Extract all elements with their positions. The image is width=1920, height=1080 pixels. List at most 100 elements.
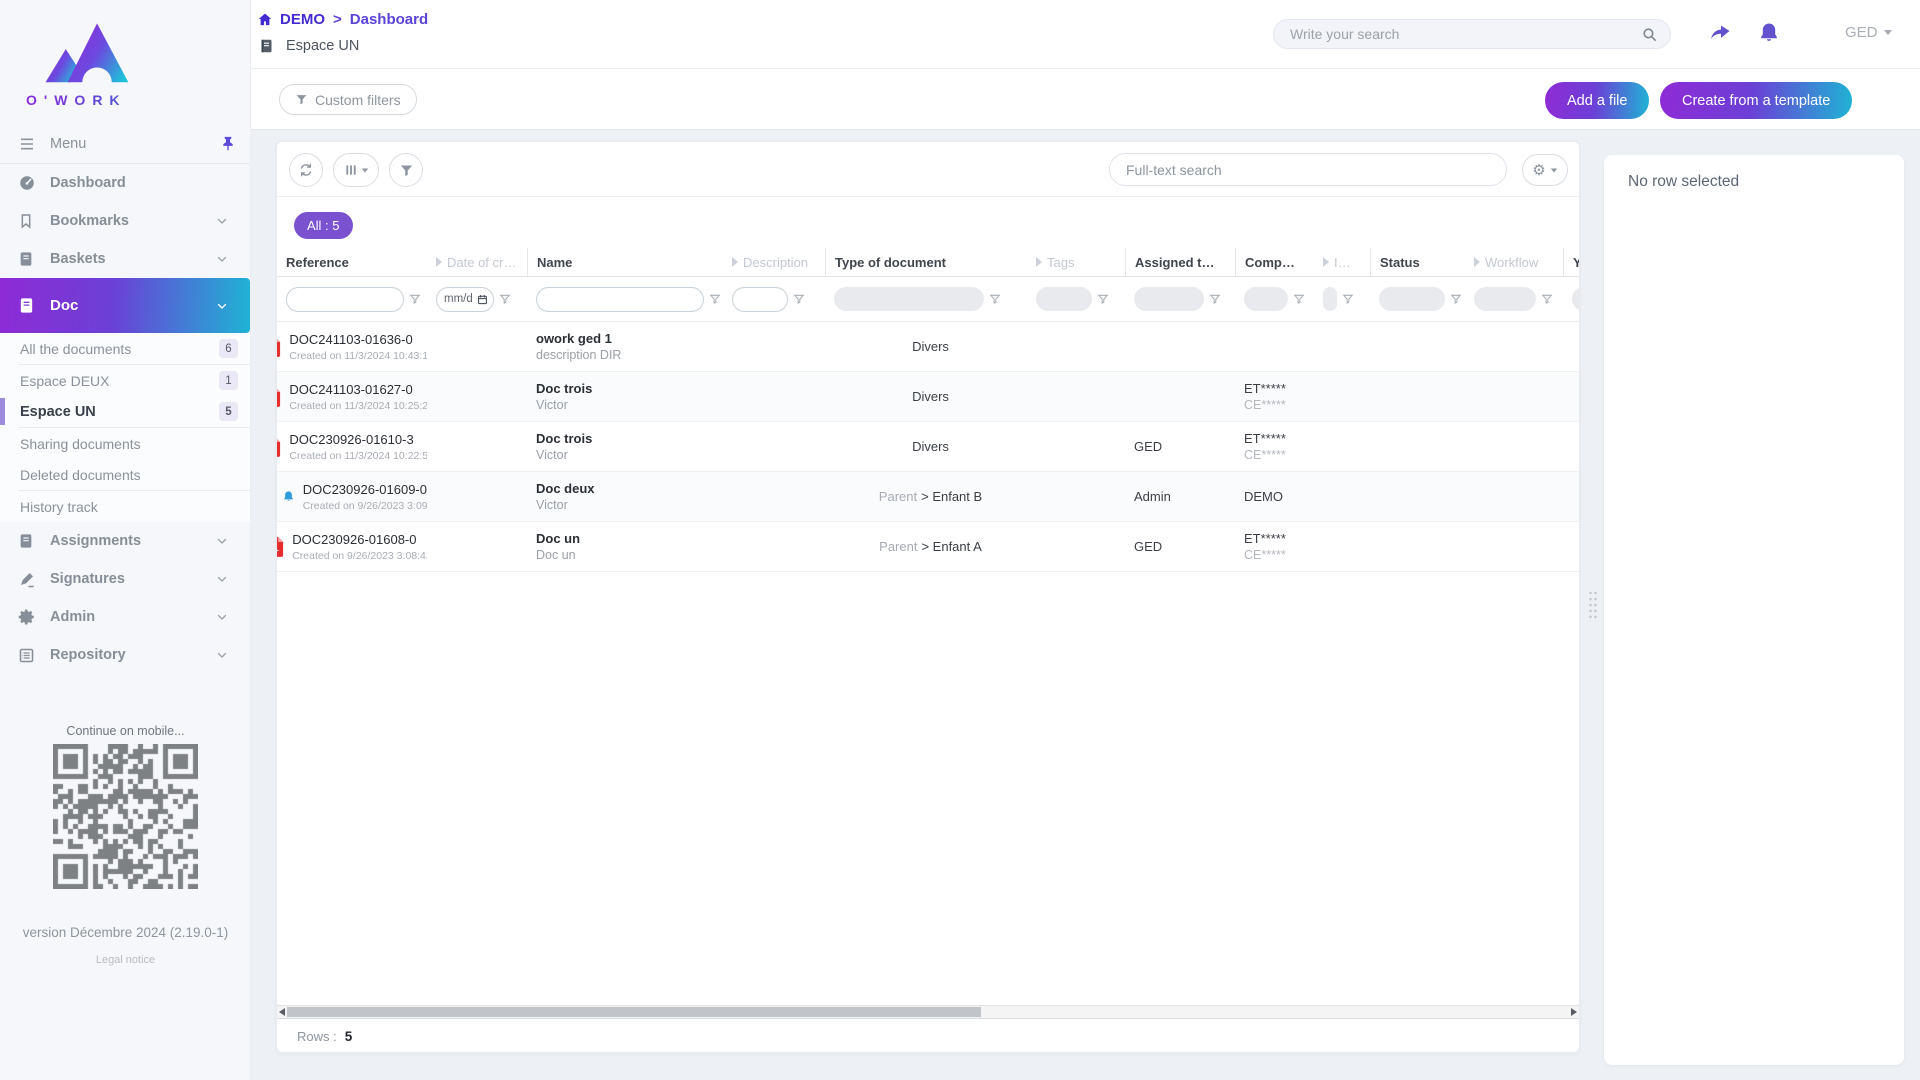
funnel-icon[interactable] [409,293,421,305]
sidebar-subitem-espace-un[interactable]: Espace UN 5 [0,396,250,427]
repository-icon [18,647,36,664]
pdf-file-icon [277,386,281,408]
horizontal-scrollbar[interactable] [277,1005,1579,1018]
add-file-button[interactable]: Add a file [1545,82,1650,119]
calendar-icon[interactable] [477,294,488,305]
expand-arrow-icon[interactable] [1474,257,1480,267]
filter-input-name[interactable] [536,286,704,312]
filter-cell-y [1563,287,1579,311]
pin-icon[interactable] [220,135,236,152]
status-cell [1370,472,1465,521]
column-header-tags[interactable]: Tags [1027,248,1125,276]
custom-filters-button[interactable]: Custom filters [279,84,417,115]
column-label: Type of document [835,254,946,270]
create-from-template-button[interactable]: Create from a template [1660,82,1853,119]
funnel-icon[interactable] [1293,293,1305,305]
fulltext-search-input[interactable] [1126,161,1490,178]
funnel-icon[interactable] [1209,293,1221,305]
status-cell [1370,522,1465,571]
breadcrumb-root[interactable]: DEMO [280,11,325,28]
column-header-reference[interactable]: Reference [277,248,427,276]
grid-settings-button[interactable]: ⚙ [1522,154,1568,186]
funnel-icon[interactable] [499,293,511,305]
column-header-company[interactable]: Comp… [1235,248,1314,276]
panel-resize-handle[interactable] [1588,590,1598,622]
expand-arrow-icon[interactable] [436,257,442,267]
sidebar-subitem-history-track[interactable]: History track [0,491,250,522]
global-search-input[interactable] [1290,26,1641,42]
filter-disabled-status [1379,287,1445,311]
sidebar-subitem-sharing-documents[interactable]: Sharing documents [0,428,250,459]
signatures-icon [18,570,36,588]
expand-arrow-icon[interactable] [1036,257,1042,267]
column-header-assigned[interactable]: Assigned t… [1125,248,1235,276]
column-header-status[interactable]: Status [1370,248,1465,276]
sidebar-item-admin[interactable]: Admin [0,598,250,636]
sidebar-item-label: Doc [50,297,79,314]
breadcrumb-current[interactable]: Dashboard [350,11,428,28]
sidebar-item-dashboard[interactable]: Dashboard [0,164,250,202]
date-cell [427,422,527,471]
funnel-icon[interactable] [989,293,1001,305]
table-row[interactable]: wDOC230926-01609-0Created on 9/26/2023 3… [277,472,1579,522]
sidebar-item-bookmarks[interactable]: Bookmarks [0,202,250,240]
legal-notice-link[interactable]: Legal notice [0,954,251,966]
company-top: ET***** [1244,381,1286,396]
column-header-description[interactable]: Description [723,248,825,276]
expand-arrow-icon[interactable] [732,257,738,267]
columns-button[interactable] [333,153,379,187]
hamburger-icon[interactable] [18,136,36,152]
filter-date-date[interactable]: mm/d [436,286,494,312]
search-icon[interactable] [1641,26,1658,43]
expand-arrow-icon[interactable] [1323,257,1329,267]
sidebar-item-baskets[interactable]: Baskets [0,240,250,278]
funnel-icon[interactable] [1342,293,1354,305]
column-header-date[interactable]: Date of cr… [427,248,527,276]
funnel-icon[interactable] [1450,293,1462,305]
sidebar-subitem-deleted-documents[interactable]: Deleted documents [0,459,250,490]
scroll-right-arrow-icon[interactable] [1571,1008,1577,1016]
sidebar-item-doc[interactable]: Doc [0,278,250,333]
type-value: > Enfant A [921,539,982,554]
refresh-button[interactable] [289,153,323,187]
filter-button[interactable] [389,153,423,187]
sidebar-item-assignments[interactable]: Assignments [0,522,250,560]
scroll-left-arrow-icon[interactable] [279,1008,285,1016]
column-header-workflow[interactable]: Workflow [1465,248,1563,276]
filter-input-reference[interactable] [286,286,404,312]
funnel-icon[interactable] [1541,293,1553,305]
status-cell [1370,372,1465,421]
column-header-type[interactable]: Type of document [825,248,1027,276]
table-row[interactable]: DOC230926-01610-3 Created on 11/3/2024 10… [277,422,1579,472]
fulltext-search [1109,153,1507,186]
column-label: Comp… [1245,254,1295,270]
user-menu[interactable]: GED [1845,24,1892,41]
column-header-i[interactable]: I… [1314,248,1370,276]
table-row[interactable]: DOC241103-01627-0 Created on 11/3/2024 10… [277,372,1579,422]
column-header-name[interactable]: Name [527,248,723,276]
company-cell: ET***** CE***** [1235,522,1314,571]
table-row[interactable]: DOC230926-01608-0 Created on 9/26/2023 3:… [277,522,1579,572]
table-row[interactable]: DOC241103-01636-0 Created on 11/3/2024 10… [277,322,1579,372]
sidebar-subitem-all-the-documents[interactable]: All the documents 6 [0,333,250,364]
home-icon[interactable] [257,12,273,27]
dashboard-icon [18,174,36,192]
app-logo: O'WORK [0,0,200,108]
chevron-down-icon [216,535,234,547]
sidebar-subitem-espace-deux[interactable]: Espace DEUX 1 [0,365,250,396]
sidebar-item-signatures[interactable]: Signatures [0,560,250,598]
funnel-icon[interactable] [709,293,721,305]
share-icon[interactable] [1707,21,1733,45]
scrollbar-thumb[interactable] [287,1007,981,1017]
sidebar-item-repository[interactable]: Repository [0,636,250,674]
funnel-icon[interactable] [1097,293,1109,305]
document-subtitle: description DIR [536,348,622,362]
breadcrumb: DEMO > Dashboard [257,11,428,28]
all-count-chip[interactable]: All : 5 [294,212,353,239]
filter-cell-status [1370,287,1465,311]
filter-input-description[interactable] [732,286,788,312]
notifications-bell-icon[interactable] [1757,20,1781,46]
funnel-icon[interactable] [793,293,805,305]
tags-cell [1027,372,1125,421]
column-header-y[interactable]: Y… [1563,248,1579,276]
